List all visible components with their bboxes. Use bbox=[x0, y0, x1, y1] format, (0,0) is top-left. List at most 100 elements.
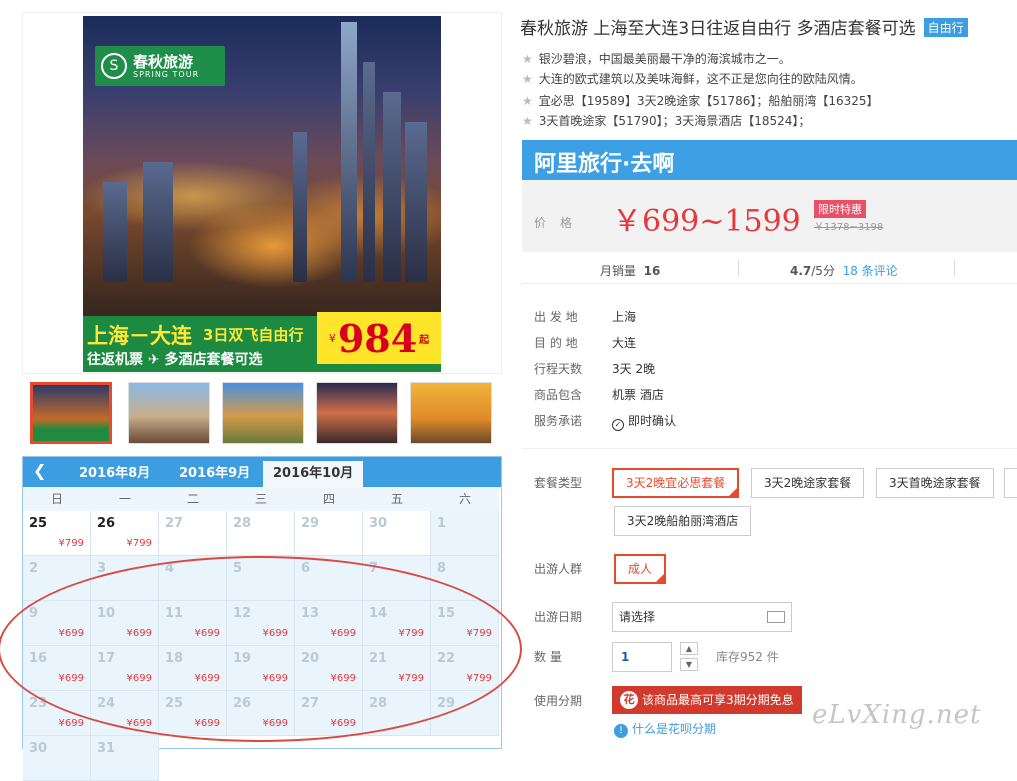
price-label: 价格 bbox=[534, 216, 587, 230]
monthly-sales: 月销量 16 bbox=[600, 262, 660, 279]
feature-text: 宜必思【19589】3天2晚途家【51786】；船舶丽湾【16325】 bbox=[538, 94, 879, 108]
people-label: 出游人群 bbox=[534, 562, 583, 576]
quantity-input[interactable]: 1 bbox=[612, 642, 672, 672]
calendar-day: 28 bbox=[227, 511, 295, 556]
package-option-more[interactable] bbox=[1004, 468, 1017, 498]
thumbnail-1[interactable] bbox=[30, 382, 112, 444]
calendar-day[interactable]: 17 ¥699 bbox=[91, 646, 159, 691]
product-title: 春秋旅游 上海至大连3日往返自由行 多酒店套餐可选 自由行 bbox=[520, 14, 968, 39]
day-price: ¥699 bbox=[330, 673, 356, 684]
sales-label: 月销量 bbox=[600, 264, 637, 278]
calendar-day[interactable]: 20 ¥699 bbox=[295, 646, 363, 691]
installment-label: 使用分期 bbox=[534, 694, 583, 708]
star-icon: ★ bbox=[522, 52, 533, 66]
calendar-prev-icon[interactable]: ❮ bbox=[33, 461, 46, 480]
spring-tour-logo: S 春秋旅游 SPRING TOUR bbox=[95, 46, 225, 86]
calendar-day: 29 bbox=[295, 511, 363, 556]
calendar-day[interactable]: 25 ¥699 bbox=[159, 691, 227, 736]
star-icon: ★ bbox=[522, 114, 533, 128]
tab-month-aug[interactable]: 2016年8月 bbox=[69, 461, 160, 487]
promo-route: 上海－大连 bbox=[87, 323, 192, 348]
sales-value: 16 bbox=[643, 264, 661, 278]
thumbnail-3[interactable] bbox=[222, 382, 304, 444]
day-number: 15 bbox=[437, 606, 456, 621]
quantity-down-icon[interactable]: ▼ bbox=[680, 658, 698, 671]
day-number: 27 bbox=[165, 516, 184, 531]
calendar-day[interactable]: 11 ¥699 bbox=[159, 601, 227, 646]
detail-value-origin: 上海 bbox=[612, 310, 637, 324]
calendar-day: 30 bbox=[23, 736, 91, 781]
tab-month-oct[interactable]: 2016年10月 bbox=[263, 461, 364, 487]
calendar-day[interactable]: 21 ¥799 bbox=[363, 646, 431, 691]
stock-text: 库存952 件 bbox=[716, 650, 779, 664]
thumbnail-5[interactable] bbox=[410, 382, 492, 444]
feature-4: ★ 3天首晚途家【51790】；3天海景酒店【18524】； bbox=[522, 112, 810, 129]
weekday-header: 一 bbox=[91, 487, 159, 511]
day-price: ¥799 bbox=[398, 673, 424, 684]
price-calendar: ❮ 2016年8月 2016年9月 2016年10月 日一二三四五六 25 ¥799… bbox=[22, 456, 502, 781]
reviews-link[interactable]: 18 条评论 bbox=[843, 264, 898, 278]
package-option-tujia[interactable]: 3天2晚途家套餐 bbox=[751, 468, 865, 498]
main-product-image[interactable]: S 春秋旅游 SPRING TOUR 上海－大连 3日双飞自由行 往返机票 ✈ … bbox=[22, 12, 502, 374]
weekday-header: 日 bbox=[23, 487, 91, 511]
star-icon: ★ bbox=[522, 72, 533, 86]
original-price: ￥1378~3198 bbox=[814, 222, 884, 233]
date-select[interactable]: 请选择 bbox=[612, 602, 792, 632]
people-option-adult[interactable]: 成人 bbox=[614, 554, 667, 584]
quantity-up-icon[interactable]: ▲ bbox=[680, 642, 698, 655]
calendar-day[interactable]: 18 ¥699 bbox=[159, 646, 227, 691]
calendar-day[interactable]: 25 ¥799 bbox=[23, 511, 91, 556]
product-title-text: 春秋旅游 上海至大连3日往返自由行 多酒店套餐可选 bbox=[520, 19, 916, 39]
calendar-day: 1 bbox=[431, 511, 499, 556]
package-option-chuanbo[interactable]: 3天2晚船舶丽湾酒店 bbox=[614, 506, 752, 536]
alitrip-banner: 阿里旅行·去啊 bbox=[522, 140, 1017, 180]
day-number: 29 bbox=[437, 696, 456, 711]
day-price: ¥799 bbox=[466, 673, 492, 684]
price-value: ￥699~1599 bbox=[612, 204, 801, 239]
day-number: 2 bbox=[29, 561, 39, 576]
calendar-day: 28 bbox=[363, 691, 431, 736]
quantity-label: 数 量 bbox=[534, 650, 562, 664]
day-number: 28 bbox=[369, 696, 388, 711]
calendar-day[interactable]: 13 ¥699 bbox=[295, 601, 363, 646]
day-price: ¥799 bbox=[466, 628, 492, 639]
thumbnail-2[interactable] bbox=[128, 382, 210, 444]
day-number: 22 bbox=[437, 651, 456, 666]
day-price: ¥699 bbox=[58, 673, 84, 684]
calendar-day[interactable]: 12 ¥699 bbox=[227, 601, 295, 646]
thumbnail-4[interactable] bbox=[316, 382, 398, 444]
divider bbox=[954, 260, 955, 276]
calendar-day[interactable]: 10 ¥699 bbox=[91, 601, 159, 646]
weekday-header: 五 bbox=[363, 487, 431, 511]
calendar-day[interactable]: 9 ¥699 bbox=[23, 601, 91, 646]
calendar-day[interactable]: 26 ¥699 bbox=[227, 691, 295, 736]
promo-qi: 起 bbox=[419, 334, 430, 346]
calendar-day[interactable]: 15 ¥799 bbox=[431, 601, 499, 646]
logo-cn: 春秋旅游 bbox=[133, 52, 194, 71]
package-option-tujia-first-night[interactable]: 3天首晚途家套餐 bbox=[876, 468, 994, 498]
price-box: 价格 ￥699~1599 限时特惠 ￥1378~3198 bbox=[522, 180, 1017, 252]
package-option-ibis[interactable]: 3天2晚宜必思套餐 bbox=[612, 468, 740, 498]
calendar-day[interactable]: 27 ¥699 bbox=[295, 691, 363, 736]
calendar-day[interactable]: 26 ¥799 bbox=[91, 511, 159, 556]
info-icon: ! bbox=[614, 724, 628, 738]
calendar-day[interactable]: 19 ¥699 bbox=[227, 646, 295, 691]
calendar-day[interactable]: 23 ¥699 bbox=[23, 691, 91, 736]
promo-price-badge: ¥ 984 起 bbox=[317, 312, 441, 364]
day-price: ¥699 bbox=[330, 718, 356, 729]
installment-help-text: 什么是花呗分期 bbox=[632, 722, 717, 736]
thumbnail-strip bbox=[22, 376, 502, 452]
calendar-day[interactable]: 22 ¥799 bbox=[431, 646, 499, 691]
weekday-header: 二 bbox=[159, 487, 227, 511]
day-price: ¥799 bbox=[398, 628, 424, 639]
tab-month-sep[interactable]: 2016年9月 bbox=[169, 461, 260, 487]
calendar-day[interactable]: 14 ¥799 bbox=[363, 601, 431, 646]
calendar-icon[interactable] bbox=[767, 611, 785, 623]
calendar-day[interactable]: 16 ¥699 bbox=[23, 646, 91, 691]
installment-banner[interactable]: 花 该商品最高可享3期分期免息 bbox=[612, 686, 802, 714]
promo-type: 3日双飞自由行 bbox=[203, 326, 304, 344]
calendar-day[interactable]: 24 ¥699 bbox=[91, 691, 159, 736]
day-number: 4 bbox=[165, 561, 175, 576]
installment-help-link[interactable]: ! 什么是花呗分期 bbox=[614, 720, 716, 738]
day-price: ¥699 bbox=[58, 718, 84, 729]
